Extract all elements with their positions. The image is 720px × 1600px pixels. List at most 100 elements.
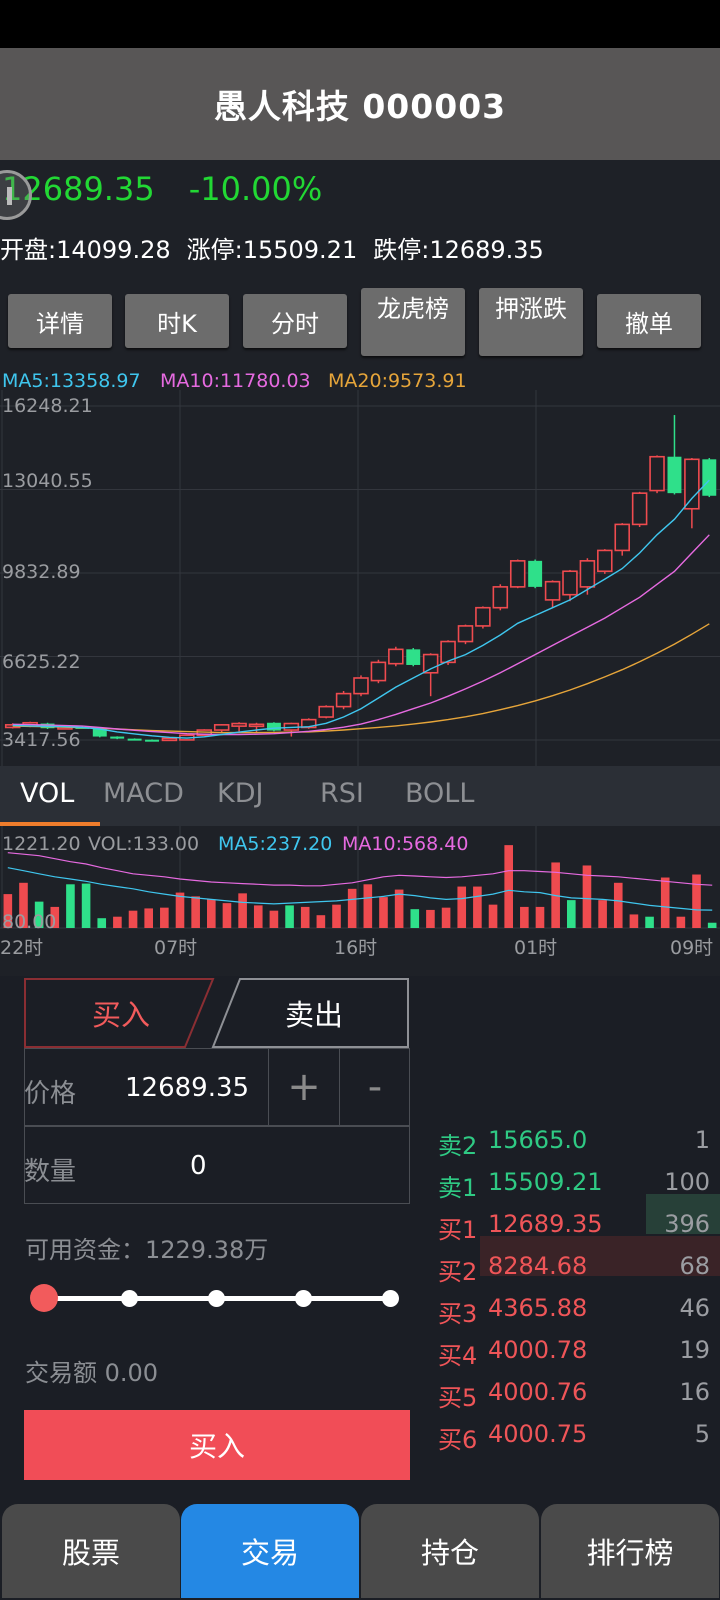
slider-step-50[interactable] [208,1290,225,1307]
trade-amount: 交易额 0.00 [25,1359,159,1387]
volume-bar [113,916,122,928]
volume-bar [394,889,404,928]
candle-body [335,692,352,708]
slider-step-75[interactable] [295,1290,312,1307]
nav-positions[interactable]: 持仓 [361,1504,539,1598]
page-title: 愚人科技 000003 [213,87,507,126]
volume-bar [426,909,435,928]
price-plus-button[interactable]: + [270,1050,338,1124]
order-book-row[interactable]: 卖1 15509.21 100 [428,1163,720,1203]
order-book-row[interactable]: 卖2 15665.0 1 [428,1121,720,1161]
slider-step-100[interactable] [382,1290,399,1307]
volume-chart[interactable]: 1221.20 VOL:133.00 MA5:237.20 MA10:568.4… [0,826,720,976]
divider [268,1048,269,1126]
candle-body [528,560,543,587]
quantity-label: 数量 [24,1157,77,1187]
app-root: 愚人科技 000003 12689.35 -10.00% 开盘:14099.28 涨… [0,0,720,1600]
order-book-row[interactable]: 买3 4365.88 46 [428,1289,720,1329]
tab-kdj[interactable]: KDJ [217,778,263,809]
hour-k-button[interactable]: 时K [125,294,229,348]
details-button[interactable]: 详情 [8,294,112,348]
candle-body [457,625,474,643]
candle-body [492,586,509,609]
trade-panel: 买入 卖出 价格 12689.35 + - 数量 0 可用资金：1229.38万… [0,976,720,1480]
candle-body [475,606,491,627]
volume-bar [222,903,232,928]
candle-body [649,455,665,492]
volume-bar [97,918,107,928]
y-tick-label: 9832.89 [2,561,81,583]
volume-bar [144,908,153,928]
order-book-row[interactable]: 买2 8284.68 68 [428,1247,720,1287]
volume-bar [332,904,341,928]
order-book-row[interactable]: 买1 12689.35 396 [428,1205,720,1245]
cancel-order-button[interactable]: 撤单 [597,294,701,348]
open-value: 14099.28 [56,236,171,264]
nav-trade[interactable]: 交易 [181,1504,359,1598]
candle-body [388,648,404,665]
volume-bar [473,886,482,928]
x-tick-label: 09时 [670,937,713,959]
volume-bar [128,910,138,928]
order-book-row[interactable]: 买6 4000.75 5 [428,1415,720,1455]
change-percent: -10.00% [188,170,323,208]
order-book-row[interactable]: 买4 4000.78 19 [428,1331,720,1371]
volume-bar [238,893,247,928]
volume-bar [175,892,185,928]
dragon-tiger-button[interactable]: 龙虎榜 [361,288,465,356]
candle-body [231,722,247,727]
tab-boll[interactable]: BOLL [405,778,474,809]
volume-bar [285,905,294,928]
sell-tab[interactable]: 卖出 [218,978,410,1048]
volume-bar [660,877,670,928]
vol-ma10-line [7,852,713,887]
nav-stocks[interactable]: 股票 [2,1504,180,1598]
limit-up-label: 涨停: [186,236,243,264]
slider-step-25[interactable] [121,1290,138,1307]
volume-bar [66,884,75,928]
tab-rsi[interactable]: RSI [320,778,364,809]
order-book-row[interactable]: 买5 4000.76 16 [428,1373,720,1413]
volume-bar [535,906,545,928]
ma5-line [12,479,710,739]
volume-bar [316,915,326,928]
candle-body [161,737,178,742]
quantity-field[interactable] [24,1126,410,1204]
kline-chart[interactable]: MA5:13358.97 MA10:11780.03 MA20:9573.91 … [0,366,720,766]
quote-panel: 12689.35 -10.00% 开盘:14099.28 涨停:15509.21 跌停… [0,160,720,288]
title-bar: 愚人科技 000003 [0,48,720,160]
tab-macd[interactable]: MACD [103,778,184,809]
nav-ranking[interactable]: 排行榜 [541,1504,719,1598]
buy-tab[interactable]: 买入 [24,978,218,1048]
candle-body [544,580,561,601]
volume-bar [598,900,607,928]
candle-body [370,661,387,682]
volume-bar [207,899,216,928]
candle-body [406,649,421,665]
candle-body [213,724,230,731]
price-minus-button[interactable]: - [341,1050,409,1124]
candle-body [318,705,334,718]
buy-submit-button[interactable]: 买入 [24,1410,410,1480]
candle-body [702,459,717,496]
slider-thumb[interactable] [30,1284,58,1312]
open-label: 开盘: [0,236,57,264]
volume-bar [160,907,169,928]
x-tick-label: 07时 [154,937,197,959]
volume-bar [520,906,529,928]
volume-bar [300,906,310,928]
price-input[interactable]: 12689.35 [125,1073,249,1103]
timeshare-button[interactable]: 分时 [243,294,347,348]
quote-info-line: 开盘:14099.28 涨停:15509.21 跌停:12689.35 [0,230,560,265]
quantity-input[interactable]: 0 [190,1151,207,1181]
volume-bar [269,910,279,928]
bet-rise-fall-button[interactable]: 押涨跌 [479,288,583,356]
tab-vol[interactable]: VOL [20,778,74,809]
divider [339,1048,340,1126]
volume-bar [488,904,498,928]
volume-bar [253,905,263,928]
indicator-tabs: VOL MACD KDJ RSI BOLL [0,766,720,826]
status-bar [0,0,720,48]
volume-bar [567,900,576,928]
limit-down-value: 12689.35 [429,236,544,264]
